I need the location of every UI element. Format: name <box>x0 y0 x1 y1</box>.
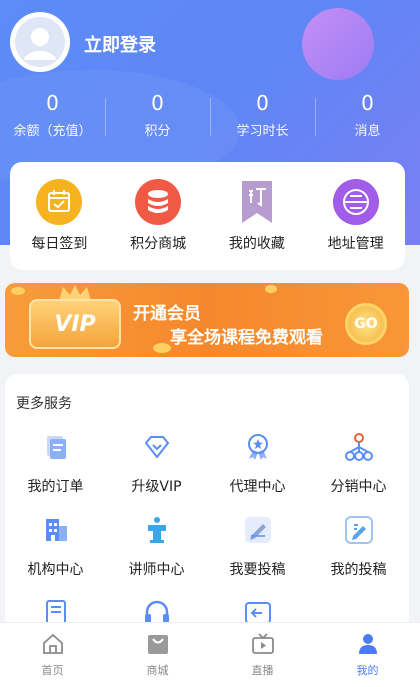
stat-points[interactable]: 0 积分 <box>105 90 210 139</box>
bottom-tab-bar: 首页 商城 直播 我的 <box>0 622 420 687</box>
more-services-panel: 更多服务 我的订单 升级VIP 代理中心 分销中心 机构中心 讲师中心 我要投稿… <box>5 374 409 634</box>
banner-title: 开通会员 <box>133 304 201 324</box>
service-agent-center[interactable]: 代理中心 <box>207 432 308 503</box>
quick-action-label: 每日签到 <box>31 236 88 252</box>
stat-value: 0 <box>361 91 374 115</box>
coin-decoration <box>153 343 171 353</box>
service-institution-center[interactable]: 机构中心 <box>5 515 106 586</box>
coin-decoration <box>11 287 25 295</box>
shop-bag-icon <box>147 635 168 654</box>
user-icon <box>358 634 377 654</box>
tab-shop[interactable]: 商城 <box>105 623 210 687</box>
stat-value: 0 <box>46 91 59 115</box>
go-button[interactable]: GO <box>345 303 387 345</box>
stat-study-time[interactable]: 0 学习时长 <box>210 90 315 139</box>
service-lecturer-center[interactable]: 讲师中心 <box>106 515 207 586</box>
service-label: 我的订单 <box>27 479 84 495</box>
service-upgrade-vip[interactable]: 升级VIP <box>106 432 207 503</box>
stat-value: 0 <box>151 91 164 115</box>
calendar-check-icon <box>36 179 83 225</box>
quick-action-label: 我的收藏 <box>228 236 285 252</box>
diamond-icon <box>142 432 172 462</box>
bookmark-icon <box>241 181 272 223</box>
coin-decoration <box>265 285 277 293</box>
vip-banner[interactable]: VIP 开通会员 享全场课程免费观看 GO <box>5 283 409 357</box>
login-link[interactable]: 立即登录 <box>84 31 156 57</box>
tab-home[interactable]: 首页 <box>0 623 105 687</box>
badge-icon <box>243 432 273 462</box>
quick-action-address[interactable]: 地址管理 <box>306 179 405 253</box>
service-label: 讲师中心 <box>128 562 185 578</box>
stat-balance[interactable]: 0 余额（充值） <box>0 90 105 139</box>
tab-mine[interactable]: 我的 <box>315 623 420 687</box>
tab-live[interactable]: 直播 <box>210 623 315 687</box>
quick-action-points-mall[interactable]: 积分商城 <box>109 179 208 253</box>
database-icon <box>135 179 182 225</box>
tab-label: 商城 <box>146 664 169 677</box>
quick-action-label: 积分商城 <box>130 236 187 252</box>
service-label: 机构中心 <box>27 562 84 578</box>
quick-action-checkin[interactable]: 每日签到 <box>10 179 109 253</box>
building-icon <box>41 515 71 545</box>
lectern-icon <box>142 515 172 545</box>
services-grid: 我的订单 升级VIP 代理中心 分销中心 机构中心 讲师中心 我要投稿 我的投稿 <box>5 432 409 634</box>
banner-subtitle: 享全场课程免费观看 <box>170 328 323 348</box>
user-avatar-icon <box>15 17 65 67</box>
document-icon <box>41 432 71 462</box>
service-label: 分销中心 <box>330 479 387 495</box>
service-label: 升级VIP <box>131 479 182 495</box>
stats-row: 0 余额（充值） 0 积分 0 学习时长 0 消息 <box>0 90 420 139</box>
home-icon <box>42 633 63 654</box>
tv-icon <box>251 633 274 654</box>
stat-label: 余额（充值） <box>13 124 92 139</box>
tab-label: 直播 <box>251 664 274 677</box>
service-label: 我要投稿 <box>229 562 286 578</box>
address-icon <box>332 179 379 225</box>
header-bubble-decoration <box>302 8 374 80</box>
quick-action-favorites[interactable]: 我的收藏 <box>208 179 307 253</box>
section-title: 更多服务 <box>16 396 72 412</box>
avatar[interactable] <box>10 12 70 72</box>
service-label: 代理中心 <box>229 479 286 495</box>
stat-value: 0 <box>256 91 269 115</box>
stat-label: 消息 <box>354 124 381 139</box>
stat-label: 积分 <box>144 124 171 139</box>
service-my-submissions[interactable]: 我的投稿 <box>308 515 409 586</box>
stat-messages[interactable]: 0 消息 <box>315 90 420 139</box>
service-label: 我的投稿 <box>330 562 387 578</box>
tab-label: 我的 <box>356 664 379 677</box>
network-icon <box>344 432 374 462</box>
edit-note-icon <box>243 515 273 545</box>
service-distribution-center[interactable]: 分销中心 <box>308 432 409 503</box>
service-my-orders[interactable]: 我的订单 <box>5 432 106 503</box>
quick-actions-card: 每日签到 积分商城 我的收藏 地址管理 <box>10 162 405 270</box>
service-submit-article[interactable]: 我要投稿 <box>207 515 308 586</box>
vip-badge: VIP <box>29 299 121 349</box>
edit-box-icon <box>344 515 374 545</box>
quick-action-label: 地址管理 <box>327 236 384 252</box>
stat-label: 学习时长 <box>236 124 289 139</box>
tab-label: 首页 <box>41 664 64 677</box>
